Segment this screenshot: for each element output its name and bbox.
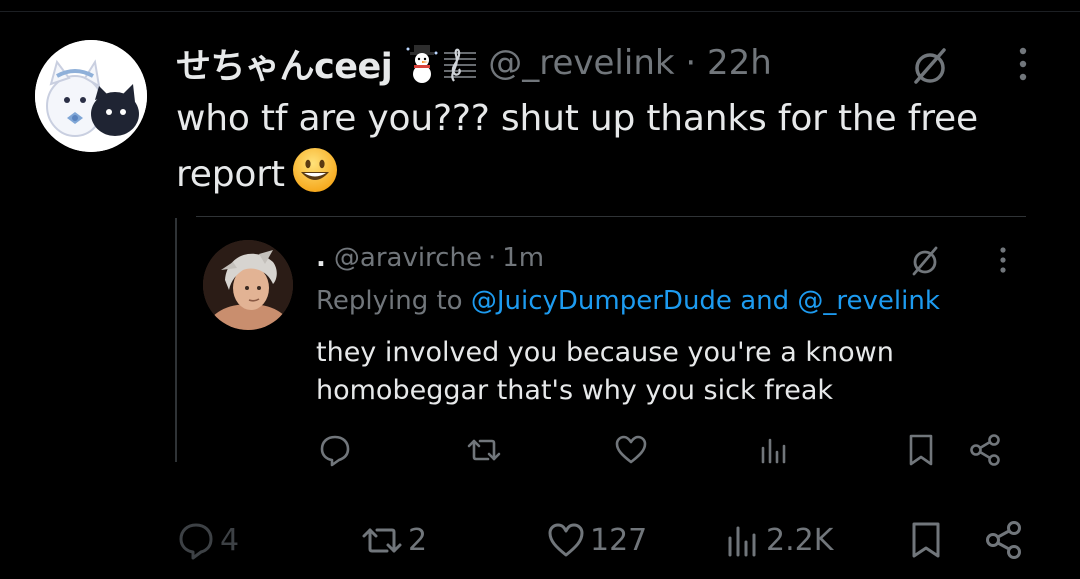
reply-like-button[interactable] [614, 432, 648, 468]
author-handle[interactable]: @_revelink [488, 43, 674, 83]
post-more-button[interactable] [1008, 44, 1038, 84]
reply-bubble-icon [179, 523, 213, 560]
reply-header: . @aravirche · 1m [316, 240, 544, 276]
analytics-bars-icon [761, 438, 786, 464]
thread-line [175, 218, 177, 462]
mention-link-2[interactable]: @_revelink [797, 286, 939, 316]
like-button[interactable]: 127 [546, 520, 647, 560]
anime-character-avatar-icon [203, 240, 293, 330]
analytics-bars-icon [728, 526, 756, 557]
repost-arrows-icon [362, 528, 402, 553]
views-button[interactable]: 2.2K [724, 520, 833, 560]
mention-link-1[interactable]: @JuicyDumperDude [471, 286, 732, 316]
grok-button[interactable] [906, 42, 954, 90]
bookmark-icon [912, 522, 940, 558]
reply-share-button[interactable] [968, 432, 1002, 468]
top-divider [0, 11, 1080, 12]
repost-button[interactable]: 2 [360, 520, 427, 560]
grok-slash-icon [914, 48, 946, 84]
reply-button[interactable]: 4 [176, 520, 239, 560]
reply-more-button[interactable] [992, 244, 1014, 276]
reply-header-separator: · [487, 243, 497, 273]
bookmark-icon [909, 434, 933, 466]
views-count: 2.2K [766, 522, 834, 558]
share-icon [970, 434, 1000, 466]
snowman-emoji-icon [406, 45, 438, 83]
reply-body: they involved you because you're a known… [316, 334, 956, 410]
bookmark-button[interactable] [908, 520, 944, 560]
reply-author-handle[interactable]: @aravirche [334, 243, 482, 273]
post-author-avatar[interactable] [35, 40, 147, 152]
repost-arrows-icon [467, 439, 501, 461]
more-vertical-icon [1000, 247, 1006, 273]
reply-text-line-2: homobeggar that's why you sick freak [316, 375, 833, 406]
reply-author-name[interactable]: . [316, 243, 326, 273]
share-button[interactable] [984, 520, 1024, 560]
reply-grok-button[interactable] [906, 242, 944, 280]
grinning-face-emoji-icon [292, 148, 337, 192]
repost-count: 2 [408, 522, 428, 558]
grok-slash-icon [912, 246, 938, 276]
replying-to-label: Replying to [316, 286, 463, 316]
heart-icon [548, 523, 584, 557]
quote-divider [196, 216, 1026, 217]
post-header: せちゃんceej @_revelink · 22h [176, 38, 772, 88]
reply-timestamp[interactable]: 1m [502, 243, 544, 273]
avatar-cats-icon [35, 40, 147, 152]
reply-text-line-1: they involved you because you're a known [316, 337, 894, 368]
reply-reply-button[interactable] [318, 432, 352, 468]
like-count: 127 [590, 522, 648, 558]
more-vertical-icon [1019, 47, 1027, 81]
heart-icon [615, 435, 647, 464]
author-display-name[interactable]: せちゃんceej [176, 38, 393, 89]
post-timestamp[interactable]: 22h [707, 43, 772, 83]
reply-author-avatar[interactable] [203, 240, 293, 330]
reply-bookmark-button[interactable] [906, 432, 936, 468]
header-separator: · [685, 43, 697, 83]
reply-repost-button[interactable] [466, 432, 502, 468]
reply-count: 4 [220, 522, 240, 558]
post-body: who tf are you??? shut up thanks for the… [176, 92, 1046, 210]
replying-to-and: and [740, 286, 790, 316]
reply-bubble-icon [320, 435, 350, 467]
reply-views-button[interactable] [758, 432, 790, 468]
share-icon [986, 521, 1021, 559]
music-staff-icon [444, 48, 477, 82]
replying-to-line: Replying to @JuicyDumperDude and @_revel… [316, 286, 940, 316]
